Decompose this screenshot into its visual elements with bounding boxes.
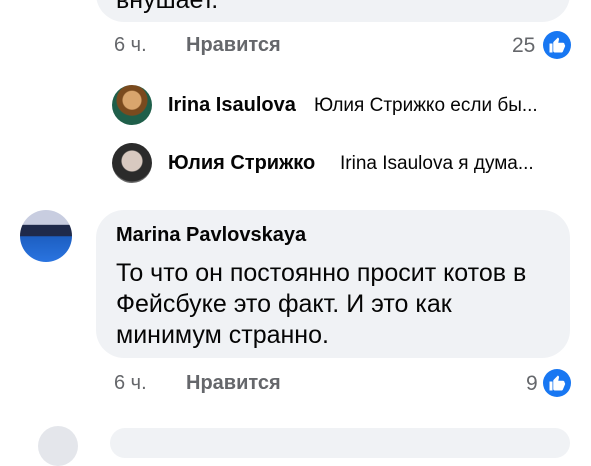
top-comment-like-button[interactable]: Нравится (186, 34, 281, 57)
comment-bubble: Marina Pavlovskaya То что он постоянно п… (96, 210, 570, 358)
avatar[interactable] (38, 426, 78, 466)
reply-item[interactable]: Юлия Стрижко Irina Isaulova я дума... (112, 143, 572, 183)
comment-like-button[interactable]: Нравится (186, 372, 281, 395)
top-comment-time[interactable]: 6 ч. (114, 34, 147, 57)
reply-author[interactable]: Юлия Стрижко (168, 152, 315, 175)
reply-snippet[interactable]: Юлия Стрижко если бы... (314, 95, 538, 117)
reply-snippet[interactable]: Irina Isaulova я дума... (340, 153, 534, 175)
comment-actions: 6 ч. Нравится (114, 372, 314, 402)
reply-author[interactable]: Irina Isaulova (168, 94, 296, 117)
top-comment-bubble: внушает. (96, 0, 570, 22)
comment-bubble (110, 428, 570, 458)
like-thumb-icon[interactable] (543, 369, 571, 397)
comment-text: То что он постоянно просит котов в Фейсб… (116, 259, 527, 349)
reply-item[interactable]: Irina Isaulova Юлия Стрижко если бы... (112, 85, 572, 125)
like-thumb-icon[interactable] (543, 31, 571, 59)
avatar[interactable] (112, 85, 152, 125)
top-comment-reaction-count[interactable]: 25 (512, 34, 535, 58)
avatar[interactable] (20, 210, 72, 262)
comment-reaction-count[interactable]: 9 (526, 372, 538, 396)
comment-author[interactable]: Marina Pavlovskaya (116, 224, 306, 247)
top-comment-text: внушает. (116, 0, 219, 14)
top-comment-actions: 6 ч. Нравится (114, 34, 314, 64)
comment-time[interactable]: 6 ч. (114, 372, 147, 395)
avatar[interactable] (112, 143, 152, 183)
